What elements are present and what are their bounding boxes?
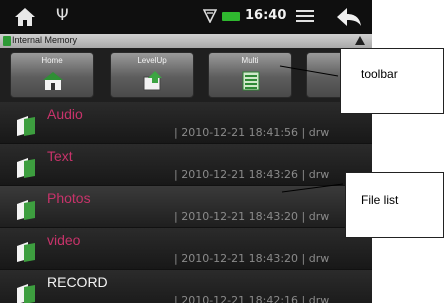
filelist-callout-text: File list [361, 193, 399, 207]
annotation-pointers [279, 65, 344, 193]
toolbar-callout-text: toolbar [361, 67, 398, 81]
toolbar-pointer-line [279, 65, 339, 77]
filelist-callout: File list [345, 172, 444, 238]
toolbar-callout: toolbar [340, 48, 444, 114]
filelist-pointer-line [281, 183, 344, 193]
